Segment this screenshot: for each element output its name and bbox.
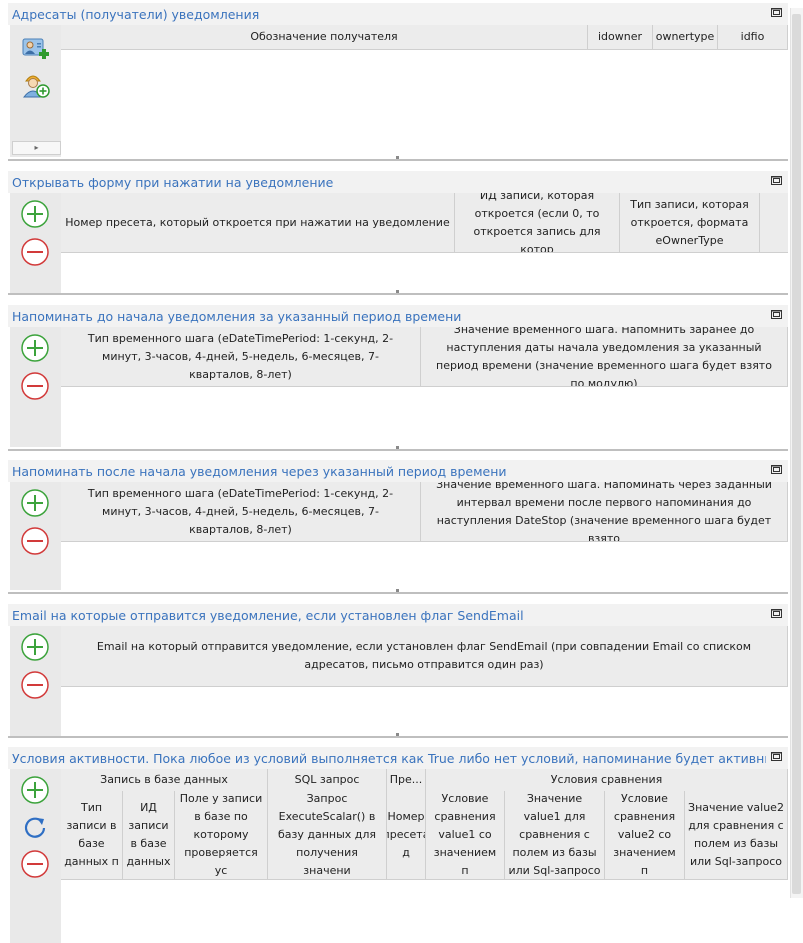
panel-recipients: Адресаты (получатели) уведомления ▸ Обоз… <box>8 3 788 161</box>
add-icon[interactable] <box>20 775 50 805</box>
add-contact-icon[interactable] <box>20 33 50 63</box>
refresh-icon[interactable] <box>20 813 50 843</box>
remove-icon[interactable] <box>20 371 50 401</box>
maximize-icon[interactable] <box>771 310 782 319</box>
grid-band-header: Запись в базе данных SQL запрос Пре... У… <box>61 769 788 792</box>
column-header[interactable]: Тип записи, которая откроется, формата e… <box>620 193 760 252</box>
remove-icon[interactable] <box>20 849 50 879</box>
column-header[interactable]: ownertype <box>653 25 718 49</box>
column-header[interactable]: Запрос ExecuteScalar() в базу данных для… <box>268 791 387 879</box>
column-header[interactable]: Поле у записи в базе по которому проверя… <box>175 791 268 879</box>
column-header[interactable]: Обозначение получателя <box>61 25 588 49</box>
panel-splitter[interactable] <box>8 156 788 161</box>
panel-title: Адресаты (получатели) уведомления <box>12 7 260 22</box>
panel-activity-conditions: Условия активности. Пока любое из услови… <box>8 747 788 943</box>
maximize-icon[interactable] <box>771 176 782 185</box>
open-form-grid[interactable]: Номер пресета, который откроется при наж… <box>61 193 788 293</box>
grid-header: Email на который отправится уведомление,… <box>61 626 788 687</box>
panel-title: Условия активности. Пока любое из услови… <box>12 751 766 766</box>
column-header[interactable]: idowner <box>588 25 653 49</box>
panel-header: Напоминать после начала уведомления чере… <box>8 460 788 482</box>
panel-title: Email на которые отправится уведомление,… <box>12 608 524 623</box>
maximize-icon[interactable] <box>771 8 782 17</box>
panel-header: Условия активности. Пока любое из услови… <box>8 747 788 769</box>
activity-conditions-grid[interactable]: Запись в базе данных SQL запрос Пре... У… <box>61 769 788 943</box>
grid-header: Обозначение получателя idowner ownertype… <box>61 25 788 50</box>
button-gutter <box>10 193 61 293</box>
column-header[interactable]: idfio <box>718 25 788 49</box>
column-header[interactable]: Тип записи в базе данных п <box>61 791 123 879</box>
splitter-grip[interactable] <box>396 156 399 159</box>
add-icon[interactable] <box>20 333 50 363</box>
button-gutter <box>10 482 61 590</box>
column-header[interactable]: Значение временного шага. Напоминать чер… <box>421 482 788 541</box>
add-icon[interactable] <box>20 488 50 518</box>
button-gutter: ▸ <box>10 25 61 157</box>
maximize-icon[interactable] <box>771 609 782 618</box>
band-header[interactable]: Запись в базе данных <box>61 769 268 791</box>
column-header[interactable]: Тип временного шага (eDateTimePeriod: 1-… <box>61 327 421 386</box>
column-header[interactable]: Тип временного шага (eDateTimePeriod: 1-… <box>61 482 421 541</box>
band-header[interactable]: Пре... <box>387 769 426 791</box>
column-header[interactable]: Email на который отправится уведомление,… <box>61 626 788 686</box>
scroll-right-arrow[interactable]: ▸ <box>13 142 60 154</box>
email-grid[interactable]: Email на который отправится уведомление,… <box>61 626 788 736</box>
column-header[interactable]: Условие сравнения value2 со значением п <box>605 791 685 879</box>
button-gutter <box>10 769 61 943</box>
horizontal-scrollbar[interactable]: ▸ <box>12 141 61 155</box>
panel-header: Открывать форму при нажатии на уведомлен… <box>8 171 788 193</box>
panel-open-form: Открывать форму при нажатии на уведомлен… <box>8 171 788 295</box>
column-header[interactable]: Значение value1 для сравнения с полем из… <box>505 791 605 879</box>
remind-before-grid[interactable]: Тип временного шага (eDateTimePeriod: 1-… <box>61 327 788 447</box>
button-gutter <box>10 327 61 447</box>
add-icon[interactable] <box>20 632 50 662</box>
panel-splitter[interactable] <box>8 733 788 738</box>
vertical-scrollbar[interactable] <box>790 8 803 898</box>
recipients-grid[interactable]: Обозначение получателя idowner ownertype… <box>61 25 788 135</box>
panel-email: Email на которые отправится уведомление,… <box>8 604 788 739</box>
splitter-grip[interactable] <box>396 290 399 293</box>
remove-icon[interactable] <box>20 670 50 700</box>
panel-splitter[interactable] <box>8 446 788 451</box>
panel-header: Напоминать до начала уведомления за указ… <box>8 305 788 327</box>
panel-title: Напоминать после начала уведомления чере… <box>12 464 507 479</box>
panel-remind-before: Напоминать до начала уведомления за указ… <box>8 305 788 451</box>
maximize-icon[interactable] <box>771 752 782 761</box>
panel-splitter[interactable] <box>8 290 788 295</box>
add-user-icon[interactable] <box>20 69 50 99</box>
panel-title: Открывать форму при нажатии на уведомлен… <box>12 175 334 190</box>
column-header[interactable]: ИД записи, которая откроется (если 0, то… <box>455 193 620 252</box>
panel-title: Напоминать до начала уведомления за указ… <box>12 309 462 324</box>
remind-after-grid[interactable]: Тип временного шага (eDateTimePeriod: 1-… <box>61 482 788 590</box>
add-icon[interactable] <box>20 199 50 229</box>
button-gutter <box>10 626 61 736</box>
band-header[interactable]: SQL запрос <box>268 769 387 791</box>
grid-header: Тип записи в базе данных п ИД записи в б… <box>61 791 788 880</box>
splitter-grip[interactable] <box>396 733 399 736</box>
remove-icon[interactable] <box>20 526 50 556</box>
column-header[interactable]: Значение временного шага. Напомнить зара… <box>421 327 788 386</box>
grid-header: Тип временного шага (eDateTimePeriod: 1-… <box>61 327 788 387</box>
remove-icon[interactable] <box>20 237 50 267</box>
band-header[interactable]: Условия сравнения <box>426 769 788 791</box>
column-header[interactable]: Условие сравнения value1 со значением п <box>426 791 505 879</box>
panel-splitter[interactable] <box>8 589 788 594</box>
column-header[interactable]: Номер пресета, который откроется при наж… <box>61 193 455 252</box>
maximize-icon[interactable] <box>771 465 782 474</box>
panel-header: Адресаты (получатели) уведомления <box>8 3 788 25</box>
column-header[interactable]: Значение value2 для сравнения с полем из… <box>685 791 788 879</box>
splitter-grip[interactable] <box>396 589 399 592</box>
splitter-grip[interactable] <box>396 446 399 449</box>
column-header[interactable]: ИД записи в базе данных <box>123 791 175 879</box>
vertical-scrollbar-thumb[interactable] <box>792 14 801 894</box>
column-header[interactable]: Номер пресета д <box>387 791 426 879</box>
grid-header: Тип временного шага (eDateTimePeriod: 1-… <box>61 482 788 542</box>
panel-header: Email на которые отправится уведомление,… <box>8 604 788 626</box>
grid-header: Номер пресета, который откроется при наж… <box>61 193 788 253</box>
panel-remind-after: Напоминать после начала уведомления чере… <box>8 460 788 595</box>
